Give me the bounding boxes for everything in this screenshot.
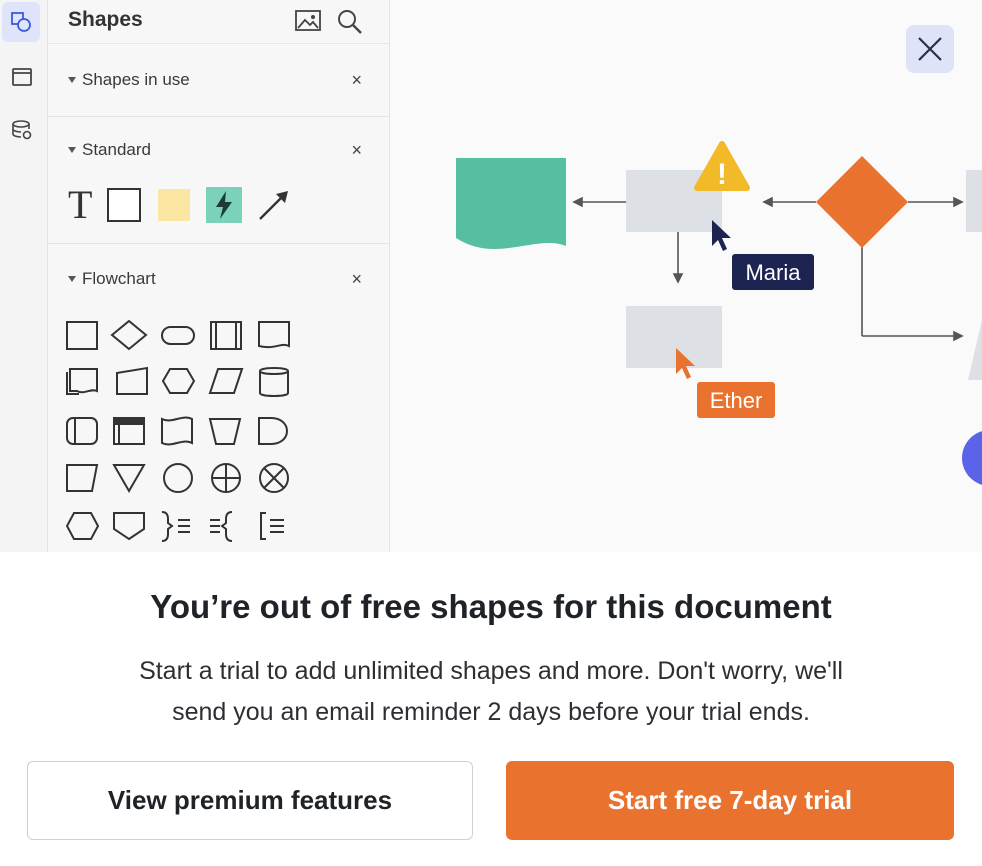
description-line-2: send you an email reminder 2 days before… (172, 698, 810, 726)
preview-illustration: Shapes Shapes in use × Standard × T Flow… (0, 0, 982, 552)
caret-down-icon (68, 147, 76, 153)
lightning-icon[interactable] (206, 187, 243, 223)
left-toolbar (0, 0, 48, 552)
section-standard: Standard × T (48, 117, 390, 244)
cursor-name-ether: Ether (710, 388, 763, 413)
standard-shapes-row: T (68, 185, 292, 225)
description-line-1: Start a trial to add unlimited shapes an… (139, 657, 843, 685)
section-label: Standard (82, 140, 151, 159)
arrow-shape[interactable] (256, 187, 292, 223)
cursor-name-maria: Maria (745, 260, 801, 285)
close-dialog-button[interactable] (906, 25, 954, 73)
shapes-tool-button[interactable] (2, 2, 40, 42)
section-header[interactable]: Standard (68, 140, 151, 160)
close-section-button[interactable]: × (351, 140, 362, 161)
shapes-panel-title: Shapes (68, 8, 143, 31)
text-shape[interactable]: T (68, 185, 92, 225)
section-shapes-in-use: Shapes in use × (48, 45, 390, 117)
diagram-canvas: ! Maria Ether (456, 141, 982, 485)
view-premium-features-button[interactable]: View premium features (27, 761, 473, 840)
frame-icon (12, 68, 32, 86)
shapes-icon (11, 12, 31, 32)
section-label: Flowchart (82, 269, 156, 288)
section-label: Shapes in use (82, 70, 190, 89)
dialog-description: Start a trial to add unlimited shapes an… (50, 651, 932, 733)
warning-glyph: ! (717, 158, 727, 191)
close-section-button[interactable]: × (351, 269, 362, 290)
data-tool-button[interactable] (0, 110, 44, 150)
decision-diamond (816, 156, 908, 248)
process-shape (66, 321, 98, 350)
close-section-button[interactable]: × (351, 70, 362, 91)
image-icon[interactable] (294, 8, 322, 34)
document-shape (456, 158, 566, 249)
sticky-note-shape[interactable] (156, 187, 192, 223)
rectangle-shape[interactable] (106, 187, 142, 223)
flowchart-shapes-grid[interactable] (62, 315, 302, 550)
shapes-panel: Shapes Shapes in use × Standard × T Flow… (48, 0, 390, 552)
start-free-trial-button[interactable]: Start free 7-day trial (506, 761, 954, 840)
process-box (626, 306, 722, 368)
database-icon (12, 120, 32, 140)
caret-down-icon (68, 77, 76, 83)
caret-down-icon (68, 276, 76, 282)
avatar-bubble (962, 431, 982, 485)
shapes-panel-header: Shapes (48, 0, 390, 44)
frame-tool-button[interactable] (0, 57, 44, 97)
terminator-shape (161, 326, 195, 345)
section-flowchart: Flowchart × (48, 245, 390, 552)
dialog-headline: You’re out of free shapes for this docum… (150, 588, 832, 625)
search-icon[interactable] (336, 8, 364, 36)
section-header[interactable]: Shapes in use (68, 70, 190, 90)
decision-shape (110, 319, 148, 351)
section-header[interactable]: Flowchart (68, 269, 156, 289)
close-icon (918, 37, 942, 61)
